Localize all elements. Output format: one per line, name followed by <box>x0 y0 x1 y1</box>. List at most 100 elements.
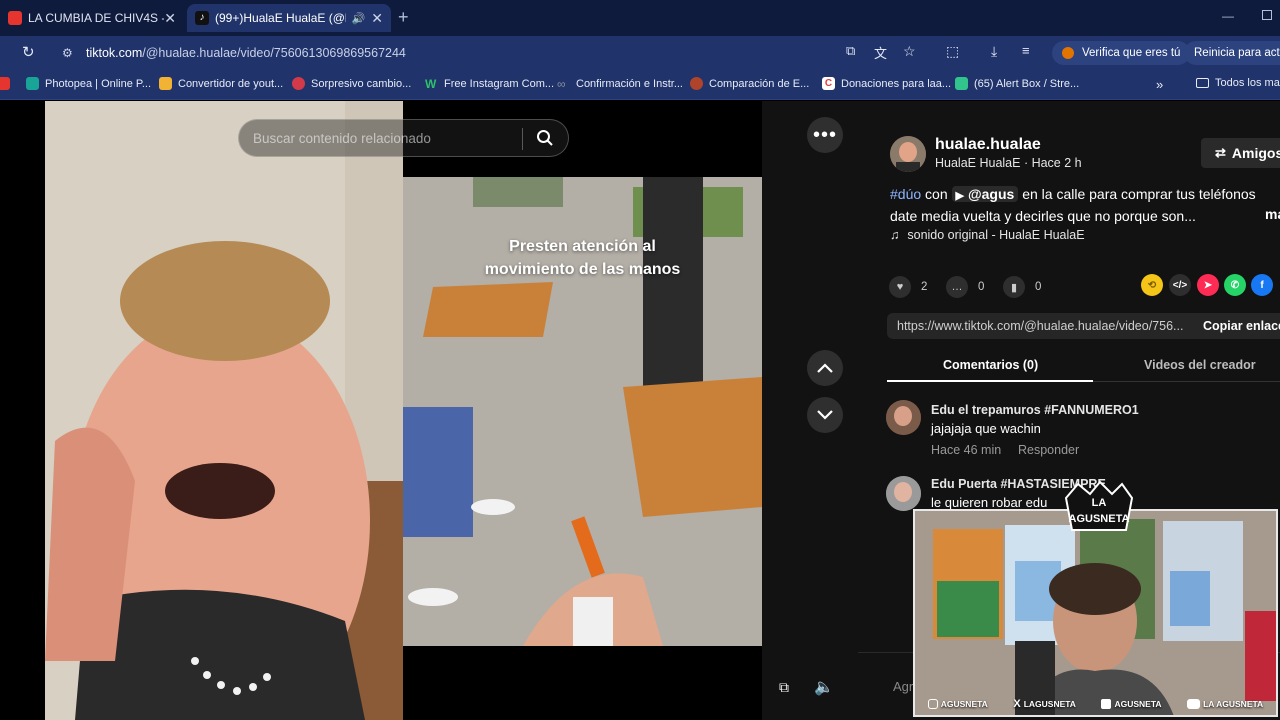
commenter-avatar[interactable] <box>886 476 921 511</box>
comment-text: jajajaja que wachin <box>931 421 1041 436</box>
bookmark-item[interactable]: W Free Instagram Com... <box>425 77 555 91</box>
comment-author[interactable]: Edu el trepamuros #FANNUMERO1 <box>931 403 1139 417</box>
bookmark-item[interactable]: Sorpresivo cambio... <box>292 77 411 90</box>
tab-title: (99+)HualaE HualaE (@hual <box>215 11 346 25</box>
youtube-favicon-icon <box>8 11 22 25</box>
close-tab-icon[interactable]: ✕ <box>164 10 176 27</box>
play-small-icon: ▶ <box>955 190 964 202</box>
bookmark-favicon-icon <box>26 77 39 90</box>
warning-icon <box>1062 47 1074 59</box>
heart-icon: ♥ <box>889 276 911 298</box>
bookmark-youtube-icon[interactable] <box>0 77 16 90</box>
music-label: sonido original - HualaE HualaE <box>907 228 1085 242</box>
music-link[interactable]: ♫ sonido original - HualaE HualaE <box>890 228 1085 242</box>
bookmark-item[interactable]: ∞ Confirmación e Instr... <box>557 77 683 91</box>
maximize-window-icon[interactable] <box>1262 10 1272 20</box>
new-tab-button[interactable]: + <box>398 7 409 28</box>
whatsapp-icon[interactable]: ✆ <box>1224 274 1246 296</box>
streamer-webcam-overlay <box>913 509 1278 717</box>
tiktok-favicon-icon: ♪ <box>195 11 209 25</box>
bookmark-star-icon[interactable]: ☆ <box>903 43 916 60</box>
mention-label: @agus <box>967 186 1015 202</box>
bookmark-label: Free Instagram Com... <box>444 77 555 90</box>
youtube-icon <box>1187 699 1201 709</box>
url-host: tiktok.com <box>86 46 143 60</box>
comment-button[interactable]: … 0 <box>946 276 984 298</box>
next-video-icon[interactable] <box>807 397 843 433</box>
video-player[interactable]: Presten atención al movimiento de las ma… <box>0 101 762 720</box>
creator-username[interactable]: hualae.hualae <box>935 136 1041 154</box>
site-info-icon[interactable]: ⚙ <box>62 46 78 60</box>
previous-video-icon[interactable] <box>807 350 843 386</box>
bookmark-label: (65) Alert Box / Stre... <box>974 77 1080 90</box>
share-repost-icon[interactable]: ⟲ <box>1141 274 1163 296</box>
translate-icon[interactable]: 文 <box>874 43 887 62</box>
media-controls-icon[interactable]: ≡ <box>1022 43 1030 58</box>
save-button[interactable]: ▮ 0 <box>1003 276 1041 298</box>
volume-icon[interactable]: 🔈 <box>806 669 842 705</box>
embed-code-icon[interactable]: </> <box>1169 274 1191 296</box>
comments-tabs: Comentarios (0) Videos del creador <box>887 354 1280 382</box>
duet-left-video <box>45 101 403 720</box>
more-bookmarks-button[interactable]: » <box>1156 77 1163 92</box>
reload-icon[interactable]: ↻ <box>22 43 35 61</box>
verify-label: Verifica que eres tú <box>1082 47 1181 59</box>
caption-line: movimiento de las manos <box>484 261 681 278</box>
like-count: 2 <box>921 281 928 293</box>
bookmark-label: Photopea | Online P... <box>45 77 152 90</box>
bookmark-item[interactable]: Convertidor de yout... <box>159 77 283 90</box>
bookmark-icon: ▮ <box>1003 276 1025 298</box>
creator-avatar[interactable] <box>890 136 926 172</box>
bookmark-item[interactable]: (65) Alert Box / Stre... <box>955 77 1079 90</box>
social-label: AGUSNETA <box>1114 699 1162 709</box>
browser-tab-tiktok[interactable]: ♪ (99+)HualaE HualaE (@hual 🔊 ✕ <box>187 4 391 32</box>
commenter-avatar[interactable] <box>886 400 921 435</box>
all-bookmarks-folder[interactable]: Todos los mar <box>1196 77 1280 89</box>
send-share-icon[interactable]: ➤ <box>1197 274 1219 296</box>
see-more-link[interactable]: ma <box>1265 204 1280 224</box>
minimize-window-icon[interactable]: — <box>1222 9 1234 23</box>
address-bar[interactable]: ⚙ tiktok.com/@hualae.hualae/video/756061… <box>62 40 932 66</box>
kick-handle: AGUSNETA <box>1101 699 1162 709</box>
webcam-feed-image <box>915 511 1276 715</box>
bookmark-label: Convertidor de yout... <box>178 77 284 90</box>
related-search-input[interactable]: Buscar contenido relacionado <box>238 119 569 157</box>
friends-label: Amigos <box>1231 145 1280 161</box>
instagram-handle: AGUSNETA <box>927 699 988 709</box>
share-link-box[interactable]: https://www.tiktok.com/@hualae.hualae/vi… <box>887 313 1280 339</box>
mention-link[interactable]: ▶ @agus <box>951 186 1019 202</box>
instagram-icon <box>927 699 938 709</box>
install-app-icon[interactable]: ⧉ <box>846 43 855 59</box>
bookmark-label: Sorpresivo cambio... <box>311 77 412 90</box>
bookmark-item[interactable]: C Donaciones para laa... <box>822 77 951 90</box>
tab-comments[interactable]: Comentarios (0) <box>943 358 1038 372</box>
bookmark-item[interactable]: Photopea | Online P... <box>26 77 151 90</box>
browser-tab-cumbia[interactable]: LA CUMBIA DE CHIV4S - MIKE ✕ <box>0 4 184 32</box>
extensions-icon[interactable]: ⬚ <box>946 43 959 60</box>
restart-update-pill[interactable]: Reinicia para actua <box>1184 41 1280 65</box>
hashtag-link[interactable]: #dúo <box>890 186 921 202</box>
restart-label: Reinicia para actua <box>1194 47 1280 59</box>
bookmark-item[interactable]: Comparación de E... <box>690 77 809 90</box>
bookmark-favicon-icon <box>690 77 703 90</box>
bookmark-favicon-icon <box>159 77 172 90</box>
desc-text: en la calle para comprar tus teléfonos <box>1022 186 1256 202</box>
downloads-icon[interactable]: ⤓ <box>991 43 997 60</box>
facebook-icon[interactable]: f <box>1251 274 1273 296</box>
add-comment-input[interactable]: Agr <box>893 679 913 694</box>
like-button[interactable]: ♥ 2 <box>889 276 927 298</box>
comment-time: Hace 46 min <box>931 443 1002 457</box>
audio-playing-icon[interactable]: 🔊 <box>352 12 366 25</box>
more-options-icon[interactable]: ••• <box>807 117 843 153</box>
caption-line: Presten atención al <box>509 238 656 255</box>
comment-count: 0 <box>978 281 985 293</box>
picture-in-picture-icon[interactable]: ⧉ <box>766 669 802 705</box>
verify-identity-pill[interactable]: Verifica que eres tú <box>1052 41 1191 65</box>
tab-creator-videos[interactable]: Videos del creador <box>1144 358 1256 372</box>
close-tab-icon[interactable]: ✕ <box>371 10 383 27</box>
search-icon[interactable] <box>536 129 554 147</box>
friends-button[interactable]: ⇄ Amigos <box>1201 138 1280 168</box>
copy-link-button[interactable]: Copiar enlace <box>1203 319 1280 333</box>
bookmark-favicon-icon: ∞ <box>557 77 566 91</box>
reply-button[interactable]: Responder <box>1018 443 1079 457</box>
